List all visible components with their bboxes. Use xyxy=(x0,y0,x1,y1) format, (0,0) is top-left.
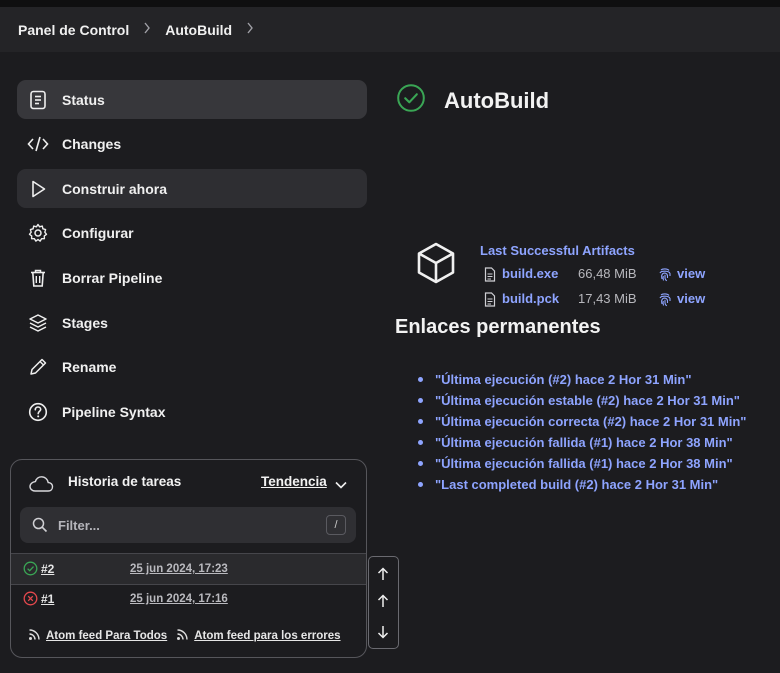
arrow-up-icon[interactable] xyxy=(375,566,391,582)
permalink-item[interactable]: "Última ejecución fallida (#1) hace 2 Ho… xyxy=(417,432,746,453)
help-icon xyxy=(27,401,49,423)
chevron-right-icon[interactable] xyxy=(143,21,151,38)
filter-placeholder: Filter... xyxy=(58,518,100,533)
build-number-link[interactable]: #2 xyxy=(41,562,54,576)
atom-feeds: Atom feed Para Todos Atom feed para los … xyxy=(28,628,341,644)
sidebar-item-label: Rename xyxy=(62,358,117,375)
file-icon xyxy=(484,267,496,285)
permalink-item[interactable]: "Last completed build (#2) hace 2 Hor 31… xyxy=(417,474,746,495)
build-row[interactable]: #2 25 jun 2024, 17:23 xyxy=(11,553,366,585)
fingerprint-icon[interactable] xyxy=(658,291,672,310)
sidebar-item-label: Pipeline Syntax xyxy=(62,403,166,420)
failure-icon xyxy=(23,591,38,609)
sidebar-item-label: Configurar xyxy=(62,224,134,241)
sidebar-item-changes[interactable]: Changes xyxy=(17,124,367,163)
chevron-down-icon[interactable] xyxy=(334,477,348,495)
sidebar-item-label: Status xyxy=(62,91,105,108)
build-date-link[interactable]: 25 jun 2024, 17:23 xyxy=(130,563,228,575)
sidebar-item-build-now[interactable]: Construir ahora xyxy=(17,169,367,208)
top-edge xyxy=(0,0,780,7)
build-history-panel: Historia de tareas Tendencia Filter... /… xyxy=(10,459,367,658)
gear-icon xyxy=(27,222,49,244)
permalinks-list: "Última ejecución (#2) hace 2 Hor 31 Min… xyxy=(417,369,746,495)
permalink-item[interactable]: "Última ejecución estable (#2) hace 2 Ho… xyxy=(417,390,746,411)
artifact-file-link[interactable]: build.exe xyxy=(502,266,558,281)
success-icon xyxy=(23,561,38,579)
document-icon xyxy=(27,89,49,111)
layers-icon xyxy=(27,312,49,334)
artifact-row: build.exe 66,48 MiB view xyxy=(484,266,724,286)
build-row[interactable]: #1 25 jun 2024, 17:16 xyxy=(11,584,366,614)
sidebar-item-pipeline-syntax[interactable]: Pipeline Syntax xyxy=(17,392,367,431)
sidebar-item-label: Stages xyxy=(62,314,108,331)
atom-feed-errors-link[interactable]: Atom feed para los errores xyxy=(194,630,340,642)
sidebar-item-configure[interactable]: Configurar xyxy=(17,213,367,252)
artifact-file-link[interactable]: build.pck xyxy=(502,291,559,306)
sidebar-item-stages[interactable]: Stages xyxy=(17,303,367,342)
code-icon xyxy=(27,133,49,155)
trash-icon xyxy=(27,267,49,289)
breadcrumb-dashboard-link[interactable]: Panel de Control xyxy=(18,22,129,38)
file-icon xyxy=(484,292,496,310)
artifact-file-size: 17,43 MiB xyxy=(578,291,637,306)
filter-input[interactable]: Filter... / xyxy=(20,507,356,543)
success-icon xyxy=(396,83,426,118)
permalink-item[interactable]: "Última ejecución correcta (#2) hace 2 H… xyxy=(417,411,746,432)
package-icon xyxy=(414,241,458,290)
trend-link[interactable]: Tendencia xyxy=(261,474,327,489)
cloud-icon xyxy=(28,474,54,499)
sidebar-item-status[interactable]: Status xyxy=(17,80,367,119)
page-header: AutoBuild xyxy=(396,83,549,118)
navigation-arrows xyxy=(368,556,399,649)
permalinks-heading: Enlaces permanentes xyxy=(395,316,601,338)
arrow-up-icon[interactable] xyxy=(375,593,391,609)
rss-icon xyxy=(176,628,189,644)
permalink-item[interactable]: "Última ejecución fallida (#1) hace 2 Ho… xyxy=(417,453,746,474)
breadcrumb-job-link[interactable]: AutoBuild xyxy=(165,22,232,38)
build-history-title: Historia de tareas xyxy=(68,474,182,489)
rss-icon xyxy=(28,628,41,644)
sidebar-item-label: Construir ahora xyxy=(62,180,168,197)
search-icon xyxy=(32,517,48,538)
sidebar-item-rename[interactable]: Rename xyxy=(17,347,367,386)
artifact-row: build.pck 17,43 MiB view xyxy=(484,291,724,311)
play-icon xyxy=(27,178,49,200)
build-date-link[interactable]: 25 jun 2024, 17:16 xyxy=(130,593,228,605)
artifact-view-link[interactable]: view xyxy=(677,291,705,306)
atom-feed-all-link[interactable]: Atom feed Para Todos xyxy=(46,630,167,642)
permalink-item[interactable]: "Última ejecución (#2) hace 2 Hor 31 Min… xyxy=(417,369,746,390)
sidebar-item-label: Borrar Pipeline xyxy=(62,269,163,286)
breadcrumb: Panel de Control AutoBuild xyxy=(0,7,780,52)
pencil-icon xyxy=(27,356,49,378)
sidebar-item-label: Changes xyxy=(62,135,122,152)
page-title: AutoBuild xyxy=(444,87,550,113)
sidebar-item-delete-pipeline[interactable]: Borrar Pipeline xyxy=(17,258,367,297)
keyboard-shortcut-badge: / xyxy=(326,515,346,535)
chevron-right-icon[interactable] xyxy=(246,21,254,38)
arrow-down-icon[interactable] xyxy=(375,624,391,640)
artifact-file-size: 66,48 MiB xyxy=(578,266,637,281)
build-number-link[interactable]: #1 xyxy=(41,592,54,606)
artifact-view-link[interactable]: view xyxy=(677,266,705,281)
artifacts-heading-link[interactable]: Last Successful Artifacts xyxy=(480,243,635,258)
fingerprint-icon[interactable] xyxy=(658,266,672,285)
